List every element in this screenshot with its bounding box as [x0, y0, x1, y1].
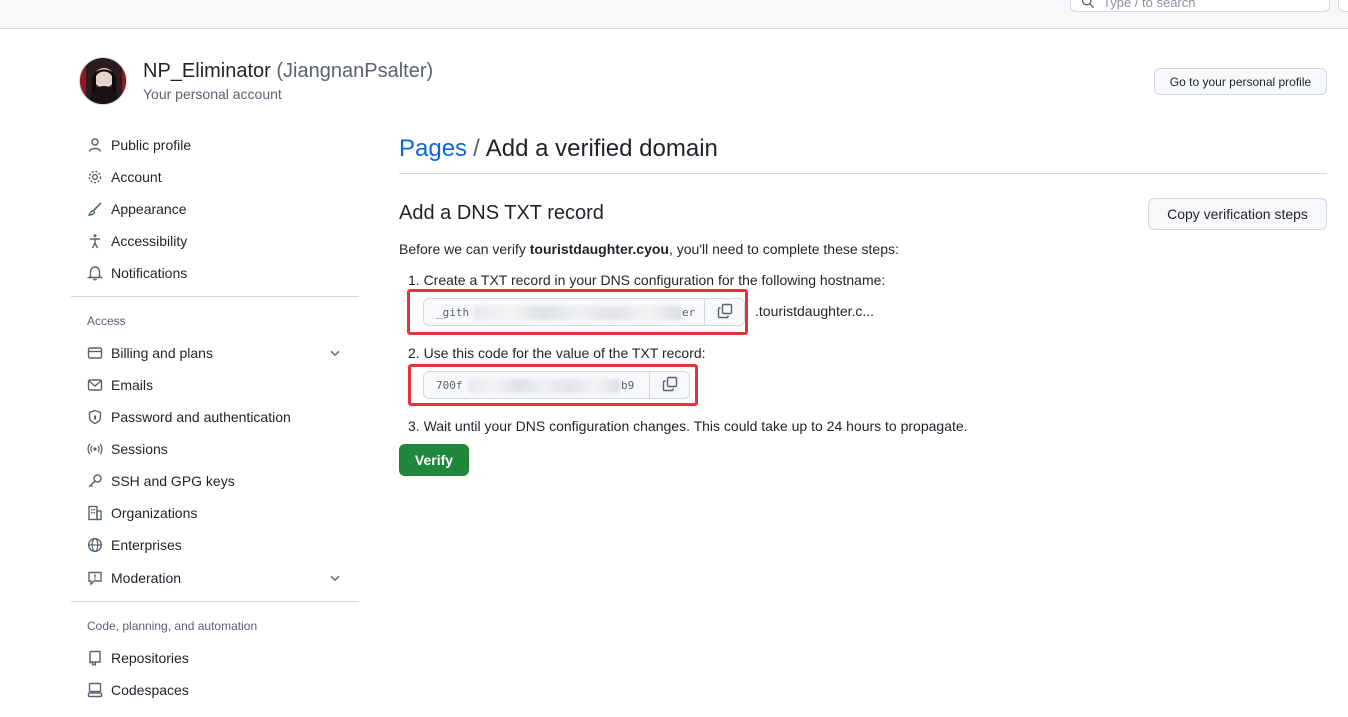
sidebar-item-label: Emails: [111, 377, 154, 393]
account-name: NP_Eliminator (JiangnanPsalter): [143, 60, 433, 83]
sidebar-item-label: Account: [111, 169, 162, 185]
sidebar-item-billing[interactable]: Billing and plans: [78, 338, 358, 368]
sidebar-heading-code: Code, planning, and automation: [87, 619, 258, 633]
avatar[interactable]: [79, 57, 127, 105]
sidebar-item-password-authentication[interactable]: Password and authentication: [78, 402, 358, 432]
sidebar-item-moderation[interactable]: Moderation: [78, 563, 358, 593]
bell-icon: [87, 265, 103, 281]
person-icon: [87, 137, 103, 153]
breadcrumb-separator: /: [473, 135, 480, 162]
key-icon: [87, 473, 103, 489]
intro-text: Before we can verify touristdaughter.cyo…: [399, 241, 899, 257]
sidebar-item-emails[interactable]: Emails: [78, 370, 358, 400]
repo-icon: [87, 650, 103, 666]
search-placeholder: Type / to search: [1103, 0, 1196, 10]
go-to-profile-button[interactable]: Go to your personal profile: [1154, 68, 1327, 95]
sidebar-item-label: Accessibility: [111, 233, 188, 249]
mail-icon: [87, 377, 103, 393]
highlight-box: [407, 289, 748, 335]
sidebar-item-repositories[interactable]: Repositories: [78, 643, 358, 673]
sidebar-item-label: Moderation: [111, 570, 182, 586]
search-icon: [1081, 0, 1095, 12]
codespaces-icon: [87, 682, 103, 698]
intro-prefix: Before we can verify: [399, 241, 530, 257]
credit-card-icon: [87, 345, 103, 361]
step-3-text: 3. Wait until your DNS configuration cha…: [408, 418, 968, 434]
sidebar-item-accessibility[interactable]: Accessibility: [78, 226, 358, 256]
step-1-text: 1. Create a TXT record in your DNS confi…: [408, 272, 886, 288]
sidebar-item-label: Codespaces: [111, 682, 189, 698]
display-name: NP_Eliminator: [143, 60, 271, 82]
breadcrumb: Pages / Add a verified domain: [399, 135, 718, 163]
copy-verification-steps-button[interactable]: Copy verification steps: [1148, 198, 1327, 230]
domain-name: touristdaughter.cyou: [529, 241, 669, 257]
sidebar-item-notifications[interactable]: Notifications: [78, 258, 358, 288]
sidebar-item-label: Billing and plans: [111, 345, 213, 361]
sidebar-item-label: Public profile: [111, 137, 192, 153]
sidebar-item-label: Repositories: [111, 650, 189, 666]
sidebar-item-label: Sessions: [111, 441, 168, 457]
paintbrush-icon: [87, 201, 103, 217]
sidebar-item-appearance[interactable]: Appearance: [78, 194, 358, 224]
sidebar-item-sessions[interactable]: Sessions: [78, 434, 358, 464]
section-title: Add a DNS TXT record: [399, 202, 604, 224]
sidebar-heading-access: Access: [87, 314, 126, 328]
step-2-text: 2. Use this code for the value of the TX…: [408, 345, 706, 361]
globe-icon: [87, 537, 103, 553]
sidebar-item-public-profile[interactable]: Public profile: [78, 130, 358, 160]
highlight-box: [408, 364, 698, 406]
breadcrumb-pages-link[interactable]: Pages: [399, 135, 467, 162]
sidebar-item-organizations[interactable]: Organizations: [78, 498, 358, 528]
sidebar-item-label: Appearance: [111, 201, 187, 217]
search-input[interactable]: Type / to search: [1070, 0, 1330, 12]
sidebar-item-ssh-gpg-keys[interactable]: SSH and GPG keys: [78, 466, 358, 496]
hostname-suffix: .touristdaughter.c...: [755, 303, 875, 319]
sidebar-item-label: Organizations: [111, 505, 198, 521]
chevron-down-icon[interactable]: [328, 571, 342, 588]
chevron-down-icon[interactable]: [328, 346, 342, 363]
broadcast-icon: [87, 441, 103, 457]
sidebar-item-label: SSH and GPG keys: [111, 473, 235, 489]
title-divider: [399, 173, 1327, 174]
sidebar-divider: [71, 601, 359, 602]
sidebar-item-label: Notifications: [111, 265, 188, 281]
organization-icon: [87, 505, 103, 521]
account-subtitle: Your personal account: [143, 86, 282, 102]
shield-lock-icon: [87, 409, 103, 425]
report-icon: [87, 570, 103, 586]
gear-icon: [87, 169, 103, 185]
top-header: Type / to search: [0, 0, 1348, 29]
sidebar-item-account[interactable]: Account: [78, 162, 358, 192]
login-name: (JiangnanPsalter): [276, 60, 434, 82]
sidebar-item-label: Enterprises: [111, 537, 182, 553]
sidebar-divider: [71, 296, 359, 297]
header-action-button[interactable]: [1338, 0, 1348, 12]
sidebar-item-enterprises[interactable]: Enterprises: [78, 530, 358, 560]
verify-button[interactable]: Verify: [399, 444, 469, 476]
intro-suffix: , you'll need to complete these steps:: [668, 241, 899, 257]
page-title: Add a verified domain: [485, 135, 718, 162]
sidebar-item-codespaces[interactable]: Codespaces: [78, 675, 358, 705]
accessibility-icon: [87, 233, 103, 249]
sidebar-item-label: Password and authentication: [111, 409, 291, 425]
